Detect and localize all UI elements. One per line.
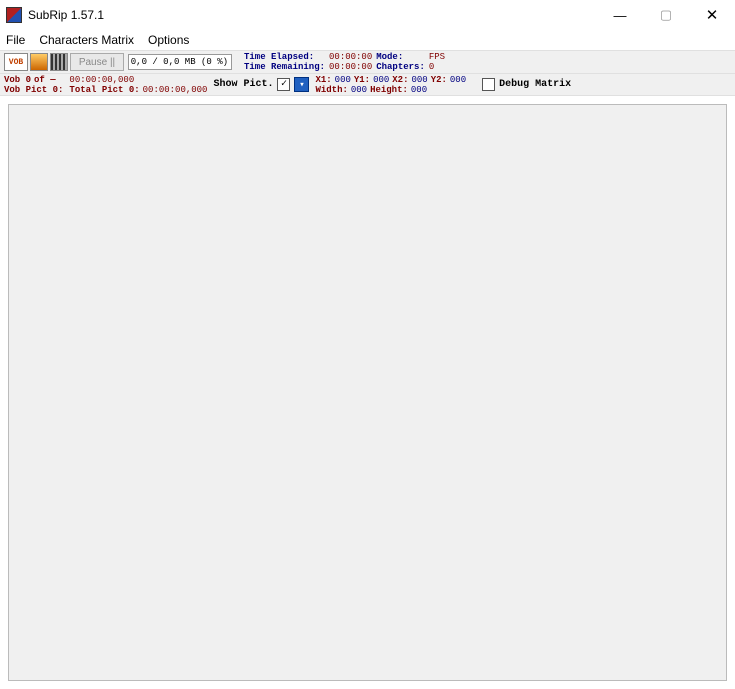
y1-label: Y1:	[354, 75, 370, 85]
height-label: Height:	[370, 85, 408, 95]
totalpict-col: 00:00:00,000 Total Pict 0: 00:00:00,000	[69, 75, 207, 95]
width-label: Width:	[315, 85, 347, 95]
x1-value: 000	[335, 75, 351, 85]
mode-value: FPS	[429, 52, 445, 62]
content-area	[0, 96, 735, 689]
mode-label: Mode:	[376, 52, 425, 62]
vob-label: Vob 0	[4, 75, 31, 85]
app-icon	[6, 7, 22, 23]
refresh-pict-button[interactable]: ▾	[294, 77, 309, 92]
menu-characters-matrix[interactable]: Characters Matrix	[39, 33, 134, 47]
x2-value: 000	[411, 75, 427, 85]
titlebar: SubRip 1.57.1 — ▢ ✕	[0, 0, 735, 30]
debug-matrix-label: Debug Matrix	[499, 80, 571, 90]
open-vob-button[interactable]: VOB	[4, 53, 28, 71]
time-remaining-label: Time Remaining:	[244, 62, 325, 72]
vob-info-col: Vob 0 of — Vob Pict 0:	[4, 75, 63, 95]
open-hardsub-button[interactable]	[50, 53, 68, 71]
progress-text: 0,0 / 0,0 MB (0 %)	[131, 57, 228, 67]
menu-options[interactable]: Options	[148, 33, 189, 47]
vobpict-label: Vob Pict 0:	[4, 85, 63, 95]
minimize-button[interactable]: —	[597, 0, 643, 30]
time-elapsed-label: Time Elapsed:	[244, 52, 325, 62]
main-window: SubRip 1.57.1 — ▢ ✕ File Characters Matr…	[0, 0, 735, 689]
show-pict-label: Show Pict.	[213, 80, 273, 90]
totalpict-label: Total Pict 0:	[69, 85, 139, 95]
window-title: SubRip 1.57.1	[28, 8, 104, 22]
open-ifo-button[interactable]	[30, 53, 48, 71]
y1-value: 000	[373, 75, 389, 85]
menu-file[interactable]: File	[6, 33, 25, 47]
progress-indicator: 0,0 / 0,0 MB (0 %)	[128, 54, 232, 70]
debug-matrix-checkbox[interactable]	[482, 78, 495, 91]
y2-value: 000	[450, 75, 466, 85]
x1-label: X1:	[315, 75, 331, 85]
time-stats: Time Elapsed: 00:00:00 Mode: FPS Time Re…	[244, 52, 445, 72]
toolbar-primary: VOB Pause || 0,0 / 0,0 MB (0 %) Time Ela…	[0, 50, 735, 74]
close-button[interactable]: ✕	[689, 0, 735, 30]
totalpict-value: 00:00:00,000	[143, 85, 208, 95]
chapters-label: Chapters:	[376, 62, 425, 72]
time-remaining-value: 00:00:00	[329, 62, 372, 72]
window-controls: — ▢ ✕	[597, 0, 735, 30]
chapters-value: 0	[429, 62, 445, 72]
toolbar-secondary: Vob 0 of — Vob Pict 0: 00:00:00,000 Tota…	[0, 74, 735, 96]
y2-label: Y2:	[431, 75, 447, 85]
coords-col: X1:000 Y1:000 X2:000 Y2:000 Width:000 He…	[315, 75, 466, 95]
subtitle-preview-panel	[8, 104, 727, 681]
vob-icon-label: VOB	[9, 58, 23, 67]
time-elapsed-value: 00:00:00	[329, 52, 372, 62]
show-pict-checkbox[interactable]	[277, 78, 290, 91]
maximize-button[interactable]: ▢	[643, 0, 689, 30]
height-value: 000	[411, 85, 427, 95]
of-label: of —	[34, 75, 56, 85]
width-value: 000	[351, 85, 367, 95]
pause-button[interactable]: Pause ||	[70, 53, 124, 71]
x2-label: X2:	[392, 75, 408, 85]
menubar: File Characters Matrix Options	[0, 30, 735, 50]
of-value: 00:00:00,000	[69, 75, 134, 85]
